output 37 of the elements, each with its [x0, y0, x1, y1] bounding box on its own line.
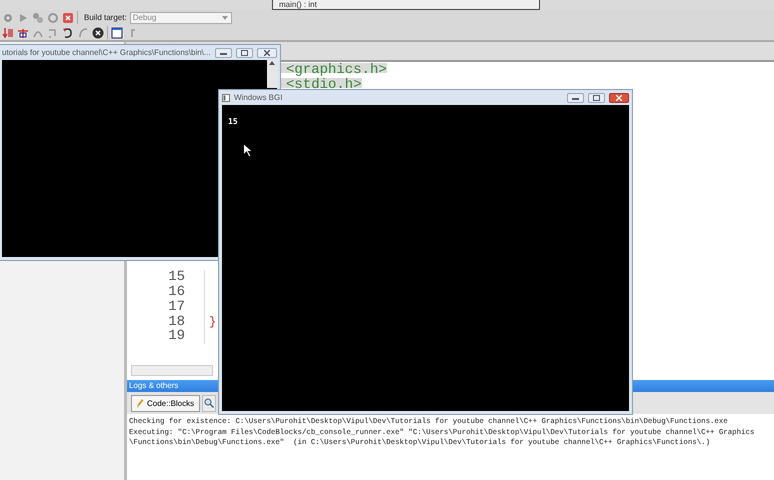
line-number: 15 [167, 270, 185, 285]
search-icon [204, 398, 214, 408]
close-icon [264, 50, 270, 56]
horizontal-scrollbar[interactable] [131, 365, 213, 376]
window-icon[interactable] [111, 26, 123, 38]
line-number: 18 [167, 314, 185, 330]
log-tab[interactable]: Code::Blocks [131, 394, 200, 412]
line-number: 16 [167, 284, 185, 300]
window-title: utorials for youtube channel\C++ Graphics\Functions\bin\... [2, 48, 211, 57]
window-title: Windows BGI [234, 93, 284, 102]
maximize-button[interactable] [588, 92, 605, 102]
search-results-tab[interactable] [202, 394, 216, 412]
line-number: 19 [167, 329, 185, 344]
close-button[interactable] [609, 92, 629, 102]
scope-dropdown[interactable]: main() : int [272, 0, 540, 10]
loop-arrow-icon[interactable] [62, 26, 74, 38]
mouse-pointer-icon [243, 143, 253, 158]
minimize-icon [220, 50, 227, 55]
maximize-icon [241, 50, 248, 56]
caret-icon [222, 16, 228, 20]
build-target-label: Build target: [84, 13, 127, 22]
minimize-button[interactable] [567, 92, 584, 102]
output-text: 15 [227, 116, 238, 128]
abort-icon[interactable] [62, 12, 74, 24]
pencil-icon [136, 398, 144, 408]
maximize-button[interactable] [236, 48, 253, 58]
close-button[interactable] [257, 48, 277, 58]
code-line: } [209, 314, 216, 330]
maximize-icon [593, 94, 600, 100]
scrollbar[interactable] [267, 60, 277, 88]
stop-icon[interactable] [92, 26, 104, 38]
minimize-button[interactable] [215, 48, 232, 58]
scroll-up-icon [269, 60, 275, 65]
line-number: 17 [167, 300, 185, 315]
minimize-icon [572, 95, 579, 100]
close-icon [616, 94, 622, 100]
app-icon [222, 94, 230, 102]
